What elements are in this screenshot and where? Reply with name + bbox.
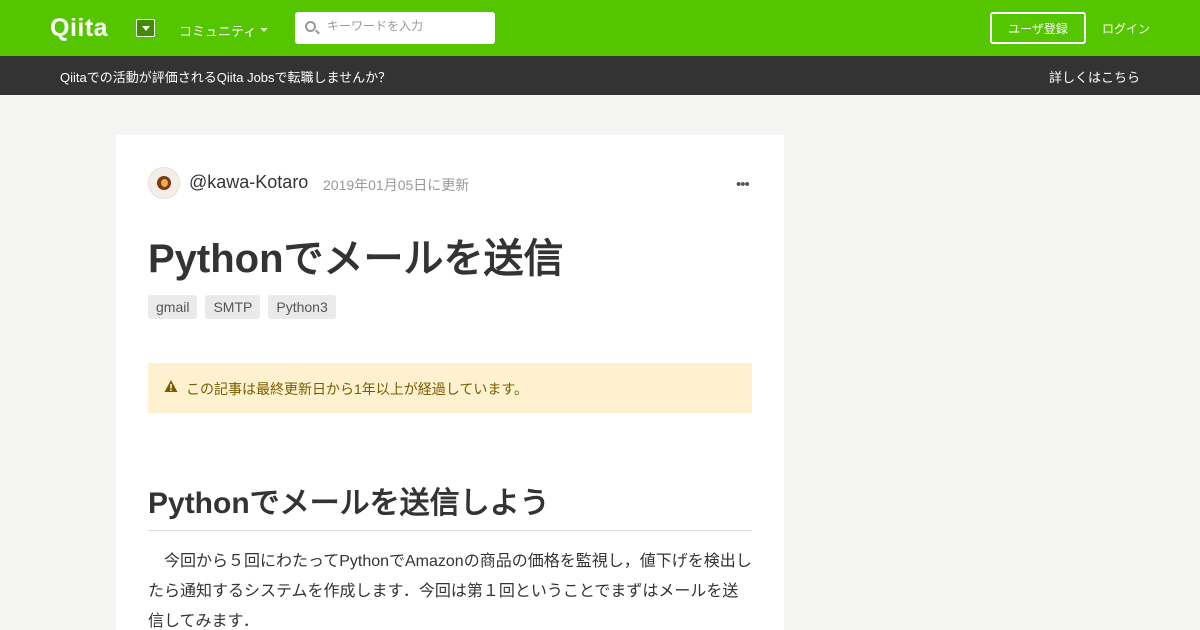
avatar[interactable] (148, 167, 180, 199)
chevron-down-icon (260, 28, 268, 32)
updated-date: 2019年01月05日に更新 (323, 177, 470, 193)
article-title: Pythonでメールを送信 (148, 237, 564, 281)
outdated-notice-text: この記事は最終更新日から1年以上が経過しています。 (186, 381, 528, 397)
author-name[interactable]: @kawa-Kotaro (189, 172, 308, 193)
jobs-banner-link[interactable]: 詳しくはこちら (1049, 67, 1140, 86)
qiita-logo[interactable]: Qiita (50, 14, 108, 43)
more-options-icon[interactable]: ••• (736, 176, 750, 193)
tag-python3[interactable]: Python3 (268, 295, 336, 319)
tag-list: gmail SMTP Python3 (148, 295, 336, 319)
community-menu[interactable]: コミュニティ (179, 21, 256, 40)
tag-gmail[interactable]: gmail (148, 295, 198, 319)
jobs-banner-text[interactable]: Qiitaでの活動が評価されるQiita Jobsで転職しませんか？ (60, 67, 391, 86)
warning-icon (164, 380, 178, 392)
search-icon (305, 21, 316, 32)
logo-dropdown-icon[interactable] (136, 19, 155, 37)
tag-smtp[interactable]: SMTP (205, 295, 261, 319)
login-link[interactable]: ログイン (1102, 20, 1150, 37)
article-paragraph: 今回から５回にわたってPythonでAmazonの商品の価格を監視し，値下げを検… (148, 553, 752, 630)
section-heading: Pythonでメールを送信しよう (148, 478, 752, 531)
signup-button[interactable]: ユーザ登録 (990, 12, 1086, 44)
search-input[interactable] (327, 19, 487, 33)
